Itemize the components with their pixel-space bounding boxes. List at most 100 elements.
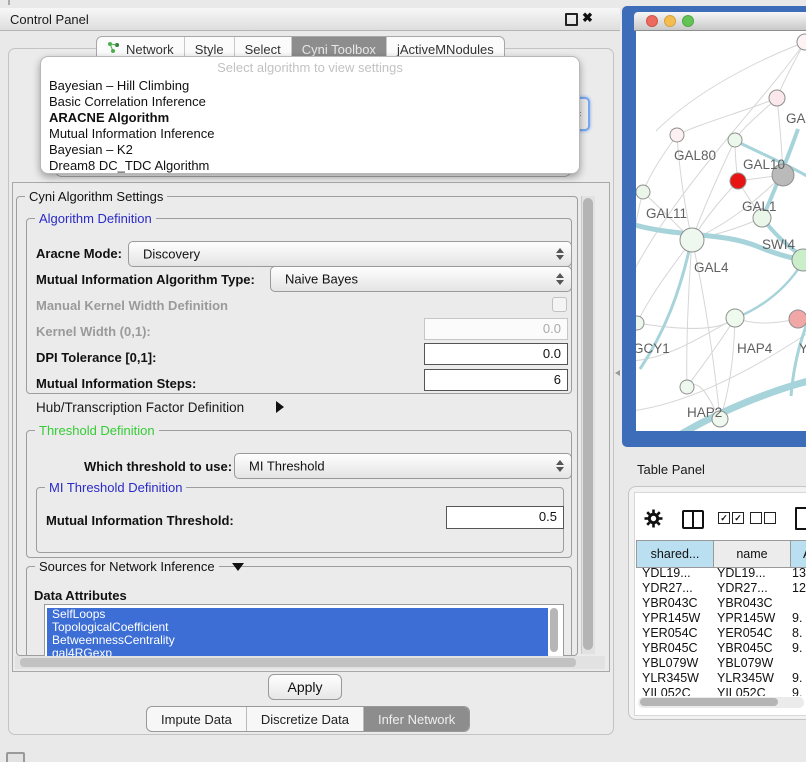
table-row[interactable]: YBR043CYBR043C	[636, 596, 806, 611]
manual-kernel-checkbox[interactable]	[552, 297, 567, 312]
mi-type-label: Mutual Information Algorithm Type:	[36, 272, 255, 287]
checkbox-checked-icon[interactable]: ✓	[732, 512, 744, 524]
kernel-width-label: Kernel Width (0,1):	[36, 324, 151, 339]
expand-right-icon[interactable]	[276, 401, 284, 413]
control-panel-titlebar	[0, 8, 620, 31]
table-row[interactable]: YER054CYER054C8.	[636, 626, 806, 641]
table-header: shared... name A	[636, 540, 806, 568]
docked-panel-icon[interactable]	[6, 752, 25, 762]
mi-steps-label: Mutual Information Steps:	[36, 376, 196, 391]
stepper-icon	[556, 460, 564, 472]
node-gcy1[interactable]	[636, 316, 644, 330]
mi-type-select[interactable]: Naive Bayes	[270, 266, 572, 292]
checkbox-unchecked-icon[interactable]	[764, 512, 776, 524]
node-label: GAL80	[674, 148, 716, 163]
node-unlabeled-corner[interactable]	[797, 34, 806, 50]
column-header-shared[interactable]: shared...	[637, 541, 714, 567]
aracne-mode-select[interactable]: Discovery	[128, 241, 572, 267]
algorithm-option[interactable]: Bayesian – K2	[49, 142, 133, 158]
manual-kernel-label: Manual Kernel Width Definition	[36, 298, 228, 313]
sources-title[interactable]: Sources for Network Inference	[35, 559, 219, 574]
table-row[interactable]: YBL079WYBL079W	[636, 656, 806, 671]
collapse-down-icon[interactable]	[232, 563, 244, 571]
algorithm-option[interactable]: Basic Correlation Inference	[49, 94, 206, 110]
tab-label: Network	[126, 42, 174, 57]
algorithm-option[interactable]: Mutual Information Inference	[49, 126, 214, 142]
network-canvas[interactable]: GAL GAL80 GAL10 GAL1 GAL11 GAL4 SWI4 GCY…	[636, 31, 806, 431]
aracne-mode-label: Aracne Mode:	[36, 246, 122, 261]
node-label: Y	[799, 341, 806, 356]
which-threshold-label: Which threshold to use:	[84, 459, 232, 474]
splitter-handle-icon[interactable]	[615, 370, 620, 376]
node-pink-right[interactable]	[789, 310, 806, 328]
algorithm-definition-title: Algorithm Definition	[35, 211, 156, 226]
mi-steps-field[interactable]: 6	[424, 369, 568, 391]
list-item[interactable]: BetweennessCentrality	[47, 634, 548, 647]
table-row[interactable]: YBR045CYBR045C9.	[636, 641, 806, 656]
dpi-tolerance-field[interactable]: 0.0	[424, 343, 568, 365]
node-label: GAL4	[694, 260, 729, 275]
node-gal4[interactable]	[680, 228, 704, 252]
split-columns-icon[interactable]	[682, 510, 704, 529]
close-icon[interactable]: ✖	[582, 10, 593, 26]
checkbox-checked-icon[interactable]: ✓	[718, 512, 730, 524]
node-label: GAL11	[646, 206, 687, 221]
tab-infer-network[interactable]: Infer Network	[364, 707, 469, 731]
tab-impute-data[interactable]: Impute Data	[147, 707, 247, 731]
node-label: GCY1	[636, 341, 670, 356]
app-root: Control Panel ✖ Network Style Select Cyn…	[0, 0, 806, 762]
algorithm-dropdown: Select algorithm to view settings Bayesi…	[40, 56, 580, 174]
mi-threshold-field[interactable]: 0.5	[446, 506, 564, 529]
which-threshold-select[interactable]: MI Threshold	[234, 453, 572, 479]
column-header-name[interactable]: name	[714, 541, 791, 567]
network-icon	[107, 41, 120, 57]
data-attributes-list: SelfLoops TopologicalCoefficient Between…	[44, 604, 564, 658]
stepper-icon	[556, 273, 564, 285]
table-row[interactable]: YDR27...YDR27...12	[636, 581, 806, 596]
node-selected-red[interactable]	[730, 173, 746, 189]
apply-button[interactable]: Apply	[268, 674, 342, 700]
node-gal2[interactable]	[769, 90, 785, 106]
control-panel-title: Control Panel	[10, 12, 89, 27]
table-row[interactable]: YDL19...YDL19...13	[636, 566, 806, 581]
node-label: SWI4	[762, 237, 795, 252]
which-threshold-value: MI Threshold	[249, 459, 325, 474]
mi-threshold-label: Mutual Information Threshold:	[46, 513, 234, 528]
window-zoom-button[interactable]	[682, 15, 694, 27]
stepper-icon	[556, 248, 564, 260]
window-close-button[interactable]	[646, 15, 658, 27]
checkbox-unchecked-icon[interactable]	[750, 512, 762, 524]
table-row[interactable]: YPR145WYPR145W9.	[636, 611, 806, 626]
top-tick	[8, 0, 10, 5]
table-hscroll-thumb[interactable]	[640, 698, 778, 706]
table-row[interactable]: YLR345WYLR345W9.	[636, 671, 806, 686]
algorithm-option-selected[interactable]: ARACNE Algorithm	[49, 110, 169, 126]
column-header-partial[interactable]: A	[791, 541, 806, 567]
table-row[interactable]: YIL052CYIL052C9.	[636, 686, 806, 696]
list-scrollbar-thumb[interactable]	[550, 608, 558, 652]
settings-vscroll-thumb[interactable]	[583, 198, 593, 650]
gear-icon[interactable]	[644, 509, 663, 533]
hub-definition-toggle[interactable]: Hub/Transcription Factor Definition	[36, 400, 244, 415]
node-label: GAL10	[743, 157, 785, 172]
algorithm-option[interactable]: Bayesian – Hill Climbing	[49, 78, 189, 94]
window-minimize-button[interactable]	[664, 15, 676, 27]
aracne-mode-value: Discovery	[143, 247, 200, 262]
node-label: HAP2	[687, 405, 722, 420]
node-gal80[interactable]	[670, 128, 684, 142]
tab-discretize-data[interactable]: Discretize Data	[247, 707, 364, 731]
threshold-definition-title: Threshold Definition	[35, 423, 159, 438]
settings-hscroll-thumb[interactable]	[20, 658, 576, 667]
dpi-tolerance-label: DPI Tolerance [0,1]:	[36, 350, 156, 365]
algorithm-option[interactable]: Dream8 DC_TDC Algorithm	[49, 158, 209, 174]
network-window-titlebar	[634, 12, 806, 31]
node-gal11[interactable]	[636, 185, 650, 199]
node-hap2[interactable]	[680, 380, 694, 394]
data-attributes-label: Data Attributes	[34, 588, 127, 603]
node-hap4[interactable]	[726, 309, 744, 327]
algorithm-dropdown-placeholder: Select algorithm to view settings	[41, 60, 579, 75]
float-window-icon[interactable]	[565, 13, 578, 26]
node-gal10[interactable]	[728, 133, 742, 147]
kernel-width-field[interactable]: 0.0	[424, 318, 568, 340]
document-icon[interactable]	[795, 507, 806, 530]
